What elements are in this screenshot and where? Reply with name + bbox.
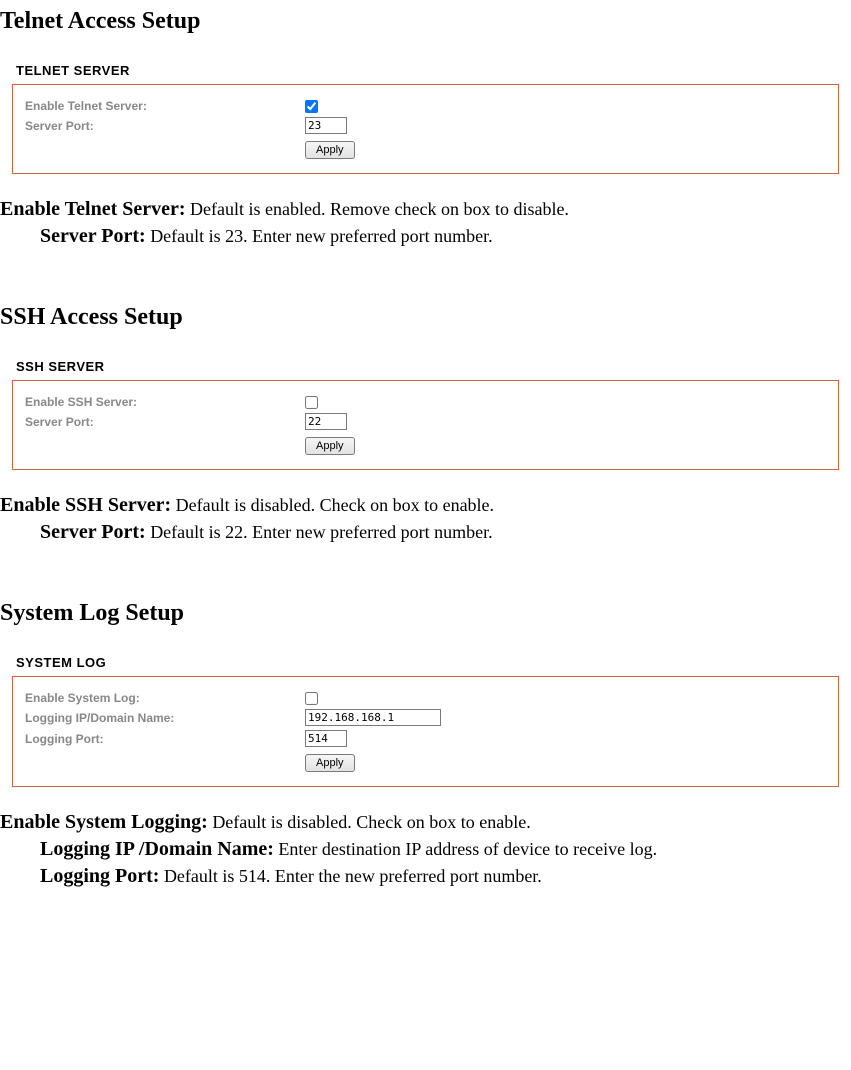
telnet-port-input[interactable] bbox=[305, 117, 347, 134]
ssh-enable-label: Enable SSH Server: bbox=[25, 395, 305, 409]
syslog-panel-title: SYSTEM LOG bbox=[16, 655, 839, 670]
telnet-apply-button[interactable]: Apply bbox=[305, 141, 355, 159]
syslog-port-input[interactable] bbox=[305, 730, 347, 747]
syslog-desc-text-2: Default is 514. Enter the new preferred … bbox=[159, 866, 541, 886]
ssh-panel: Enable SSH Server: Server Port: Apply bbox=[12, 380, 839, 470]
telnet-apply-row: Apply bbox=[25, 140, 826, 159]
ssh-desc-line-0: Enable SSH Server: Default is disabled. … bbox=[0, 494, 851, 517]
syslog-enable-label: Enable System Log: bbox=[25, 691, 305, 705]
ssh-panel-wrap: SSH SERVER Enable SSH Server: Server Por… bbox=[0, 359, 851, 470]
ssh-desc-strong-1: Server Port: bbox=[40, 521, 146, 543]
telnet-enable-checkbox[interactable] bbox=[305, 100, 318, 113]
syslog-desc-strong-1: Logging IP /Domain Name: bbox=[40, 838, 274, 860]
ssh-enable-checkbox[interactable] bbox=[305, 396, 318, 409]
ssh-apply-button[interactable]: Apply bbox=[305, 437, 355, 455]
syslog-ip-row: Logging IP/Domain Name: bbox=[25, 709, 826, 726]
syslog-desc-text-1: Enter destination IP address of device t… bbox=[274, 839, 657, 859]
telnet-desc-line-1: Server Port: Default is 23. Enter new pr… bbox=[0, 225, 851, 248]
telnet-port-row: Server Port: bbox=[25, 117, 826, 134]
syslog-port-row: Logging Port: bbox=[25, 730, 826, 747]
ssh-desc-text-1: Default is 22. Enter new preferred port … bbox=[146, 522, 493, 542]
syslog-apply-row: Apply bbox=[25, 753, 826, 772]
ssh-desc-text-0: Default is disabled. Check on box to ena… bbox=[171, 495, 494, 515]
syslog-panel-wrap: SYSTEM LOG Enable System Log: Logging IP… bbox=[0, 655, 851, 787]
telnet-heading: Telnet Access Setup bbox=[0, 8, 851, 35]
telnet-desc-line-0: Enable Telnet Server: Default is enabled… bbox=[0, 198, 851, 221]
telnet-port-label: Server Port: bbox=[25, 119, 305, 133]
syslog-heading: System Log Setup bbox=[0, 600, 851, 627]
telnet-desc-strong-1: Server Port: bbox=[40, 225, 146, 247]
telnet-panel-title: TELNET SERVER bbox=[16, 63, 839, 78]
telnet-desc-strong-0: Enable Telnet Server: bbox=[0, 198, 186, 220]
syslog-desc-text-0: Default is disabled. Check on box to ena… bbox=[208, 812, 531, 832]
syslog-ip-label: Logging IP/Domain Name: bbox=[25, 711, 305, 725]
ssh-apply-row: Apply bbox=[25, 436, 826, 455]
syslog-desc-line-2: Logging Port: Default is 514. Enter the … bbox=[0, 865, 851, 888]
telnet-desc: Enable Telnet Server: Default is enabled… bbox=[0, 198, 851, 248]
ssh-heading: SSH Access Setup bbox=[0, 304, 851, 331]
telnet-desc-text-1: Default is 23. Enter new preferred port … bbox=[146, 226, 493, 246]
telnet-panel: Enable Telnet Server: Server Port: Apply bbox=[12, 84, 839, 174]
syslog-desc-strong-0: Enable System Logging: bbox=[0, 811, 208, 833]
telnet-desc-text-0: Default is enabled. Remove check on box … bbox=[186, 199, 569, 219]
ssh-port-input[interactable] bbox=[305, 413, 347, 430]
syslog-desc-strong-2: Logging Port: bbox=[40, 865, 159, 887]
syslog-enable-row: Enable System Log: bbox=[25, 691, 826, 705]
syslog-desc-line-1: Logging IP /Domain Name: Enter destinati… bbox=[0, 838, 851, 861]
syslog-port-label: Logging Port: bbox=[25, 732, 305, 746]
syslog-enable-checkbox[interactable] bbox=[305, 692, 318, 705]
ssh-desc: Enable SSH Server: Default is disabled. … bbox=[0, 494, 851, 544]
ssh-port-row: Server Port: bbox=[25, 413, 826, 430]
syslog-apply-button[interactable]: Apply bbox=[305, 754, 355, 772]
ssh-port-label: Server Port: bbox=[25, 415, 305, 429]
syslog-ip-input[interactable] bbox=[305, 709, 441, 726]
ssh-desc-line-1: Server Port: Default is 22. Enter new pr… bbox=[0, 521, 851, 544]
syslog-desc-line-0: Enable System Logging: Default is disabl… bbox=[0, 811, 851, 834]
syslog-desc: Enable System Logging: Default is disabl… bbox=[0, 811, 851, 888]
syslog-panel: Enable System Log: Logging IP/Domain Nam… bbox=[12, 676, 839, 787]
telnet-panel-wrap: TELNET SERVER Enable Telnet Server: Serv… bbox=[0, 63, 851, 174]
ssh-enable-row: Enable SSH Server: bbox=[25, 395, 826, 409]
ssh-panel-title: SSH SERVER bbox=[16, 359, 839, 374]
telnet-enable-row: Enable Telnet Server: bbox=[25, 99, 826, 113]
telnet-enable-label: Enable Telnet Server: bbox=[25, 99, 305, 113]
ssh-desc-strong-0: Enable SSH Server: bbox=[0, 494, 171, 516]
